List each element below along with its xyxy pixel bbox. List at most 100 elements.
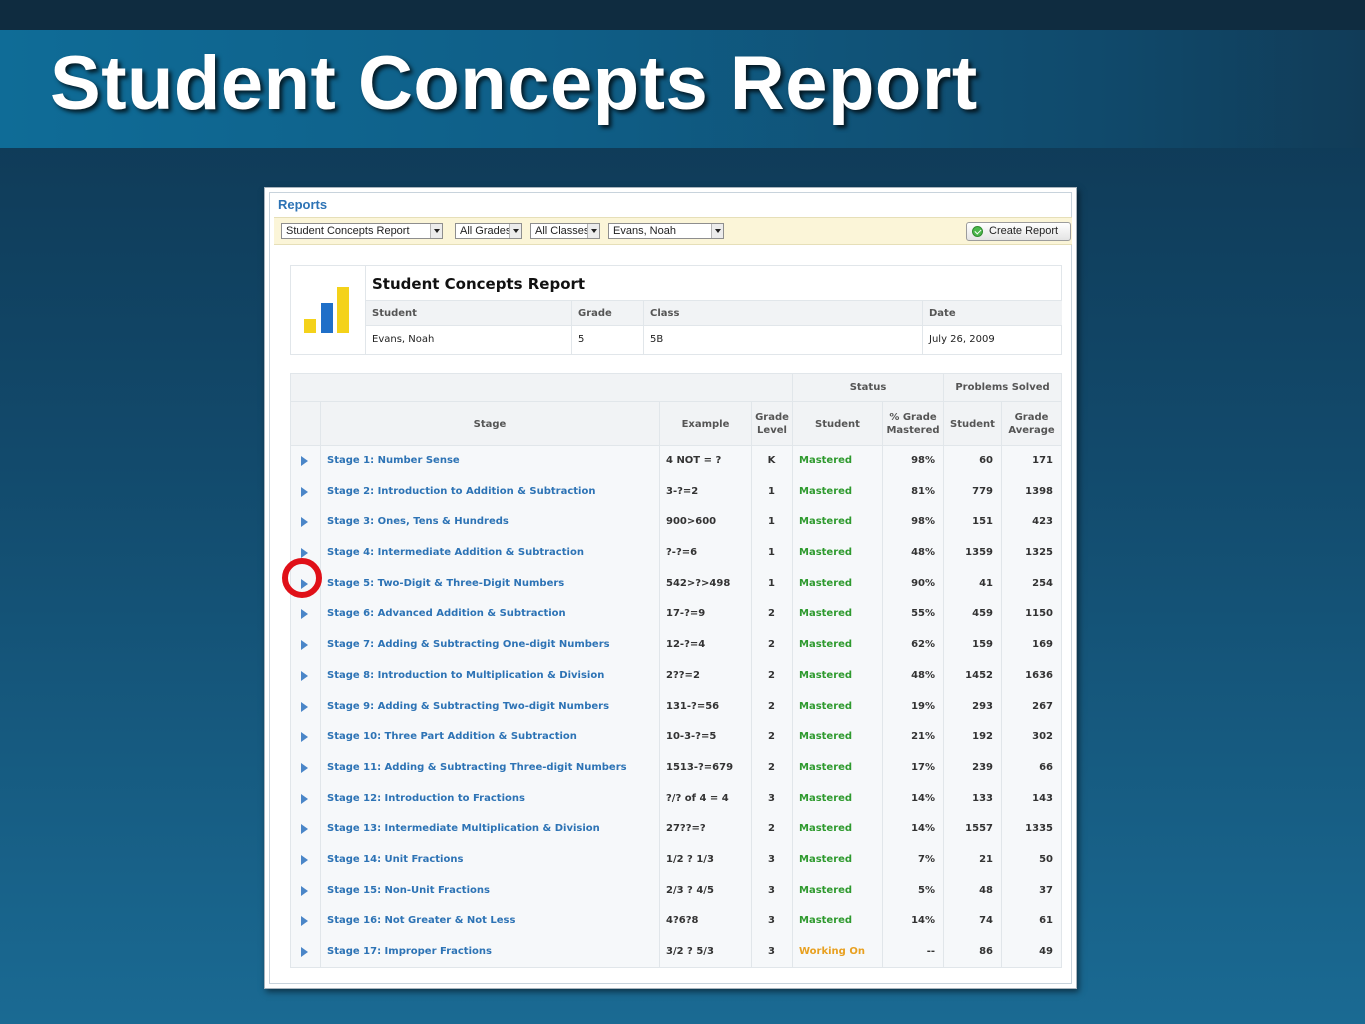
stage-link[interactable]: Stage 1: Number Sense bbox=[320, 446, 659, 477]
grade-average-cell: 1150 bbox=[1025, 608, 1053, 620]
status-cell: Mastered bbox=[799, 700, 853, 712]
pct-mastered-cell: 14% bbox=[911, 915, 935, 927]
stage-link[interactable]: Stage 2: Introduction to Addition & Subt… bbox=[320, 477, 659, 508]
status-cell: Mastered bbox=[799, 639, 853, 651]
stage-column-header[interactable]: Stage bbox=[320, 402, 659, 446]
student-header: Student bbox=[372, 308, 417, 319]
pct-mastered-cell: 48% bbox=[911, 547, 935, 559]
table-row[interactable]: Stage 15: Non-Unit Fractions 2/3 ? 4/5 3 Ma… bbox=[291, 876, 1061, 907]
example-cell: 542>?>498 bbox=[666, 577, 731, 589]
problems-solved-cell: 459 bbox=[972, 608, 993, 620]
stage-link[interactable]: Stage 15: Non-Unit Fractions bbox=[320, 876, 659, 907]
example-cell: 900>600 bbox=[666, 516, 717, 528]
grade-level-column-header[interactable]: Grade Level bbox=[751, 402, 792, 446]
table-row[interactable]: Stage 1: Number Sense 4 NOT = ? K Mastered 9… bbox=[291, 446, 1061, 477]
expand-row-icon[interactable] bbox=[301, 762, 308, 773]
expand-row-icon[interactable] bbox=[301, 548, 308, 559]
table-row[interactable]: Stage 3: Ones, Tens & Hundreds 900>600 1 Ma… bbox=[291, 507, 1061, 538]
table-row[interactable]: Stage 14: Unit Fractions 1/2 ? 1/3 3 Master… bbox=[291, 845, 1061, 876]
expand-row-icon[interactable] bbox=[301, 670, 308, 681]
pct-mastered-cell: 7% bbox=[918, 853, 935, 865]
example-column-header[interactable]: Example bbox=[659, 402, 751, 446]
stage-link[interactable]: Stage 4: Intermediate Addition & Subtrac… bbox=[320, 538, 659, 569]
grade-average-column-header[interactable]: Grade Average bbox=[1001, 402, 1061, 446]
table-row[interactable]: Stage 16: Not Greater & Not Less 4?6?8 3 Ma… bbox=[291, 906, 1061, 937]
grade-average-cell: 267 bbox=[1032, 700, 1053, 712]
table-row[interactable]: Stage 13: Intermediate Multiplication & … bbox=[291, 814, 1061, 845]
expand-row-icon[interactable] bbox=[301, 793, 308, 804]
stage-link[interactable]: Stage 10: Three Part Addition & Subtract… bbox=[320, 722, 659, 753]
stage-link[interactable]: Stage 3: Ones, Tens & Hundreds bbox=[320, 507, 659, 538]
expand-row-icon[interactable] bbox=[301, 885, 308, 896]
expand-row-icon[interactable] bbox=[301, 701, 308, 712]
table-row[interactable]: Stage 10: Three Part Addition & Subtract… bbox=[291, 722, 1061, 753]
pct-mastered-cell: 17% bbox=[911, 761, 935, 773]
expand-row-icon[interactable] bbox=[301, 947, 308, 957]
report-logo bbox=[291, 266, 366, 354]
problems-solved-cell: 779 bbox=[972, 485, 993, 497]
problems-solved-cell: 133 bbox=[972, 792, 993, 804]
grade-level-cell: 2 bbox=[768, 669, 775, 681]
stage-link[interactable]: Stage 11: Adding & Subtracting Three-dig… bbox=[320, 753, 659, 784]
table-row[interactable]: Stage 4: Intermediate Addition & Subtrac… bbox=[291, 538, 1061, 569]
class-filter-select[interactable]: All Classes bbox=[530, 223, 600, 239]
expand-row-icon[interactable] bbox=[301, 456, 308, 466]
expand-row-icon[interactable] bbox=[301, 916, 308, 927]
report-type-select[interactable]: Student Concepts Report bbox=[281, 223, 443, 239]
grade-average-cell: 61 bbox=[1039, 915, 1053, 927]
stage-link[interactable]: Stage 17: Improper Fractions bbox=[320, 937, 659, 968]
table-row[interactable]: Stage 5: Two-Digit & Three-Digit Numbers… bbox=[291, 569, 1061, 600]
status-student-column-header[interactable]: Student bbox=[792, 402, 882, 446]
pct-mastered-cell: 19% bbox=[911, 700, 935, 712]
table-row[interactable]: Stage 17: Improper Fractions 3/2 ? 5/3 3 Wo… bbox=[291, 937, 1061, 968]
chevron-down-icon bbox=[711, 224, 723, 238]
table-row[interactable]: Stage 8: Introduction to Multiplication … bbox=[291, 661, 1061, 692]
status-cell: Mastered bbox=[799, 547, 853, 559]
stage-link[interactable]: Stage 6: Advanced Addition & Subtraction bbox=[320, 599, 659, 630]
table-row[interactable]: Stage 7: Adding & Subtracting One-digit … bbox=[291, 630, 1061, 661]
expand-row-icon[interactable] bbox=[301, 486, 308, 497]
solved-student-column-header[interactable]: Student bbox=[943, 402, 1001, 446]
grade-average-cell: 1335 bbox=[1025, 823, 1053, 835]
grade-average-cell: 37 bbox=[1039, 884, 1053, 896]
table-row[interactable]: Stage 6: Advanced Addition & Subtraction… bbox=[291, 599, 1061, 630]
date-value: July 26, 2009 bbox=[922, 326, 1062, 354]
grade-level-cell: 1 bbox=[768, 547, 775, 559]
table-row[interactable]: Stage 9: Adding & Subtracting Two-digit … bbox=[291, 692, 1061, 723]
grade-header: Grade bbox=[571, 301, 643, 325]
table-row[interactable]: Stage 11: Adding & Subtracting Three-dig… bbox=[291, 753, 1061, 784]
grade-filter-select[interactable]: All Grades bbox=[455, 223, 522, 239]
example-cell: 3/2 ? 5/3 bbox=[666, 946, 714, 957]
stage-link[interactable]: Stage 12: Introduction to Fractions bbox=[320, 784, 659, 815]
stage-link[interactable]: Stage 5: Two-Digit & Three-Digit Numbers bbox=[320, 569, 659, 600]
example-cell: 17-?=9 bbox=[666, 608, 706, 620]
status-group-header: Status bbox=[792, 374, 943, 402]
expand-row-icon[interactable] bbox=[301, 854, 308, 865]
expand-row-icon[interactable] bbox=[301, 640, 308, 651]
table-row[interactable]: Stage 2: Introduction to Addition & Subt… bbox=[291, 477, 1061, 508]
grade-level-cell: 3 bbox=[768, 946, 775, 957]
expand-row-icon[interactable] bbox=[301, 824, 308, 835]
stage-link[interactable]: Stage 7: Adding & Subtracting One-digit … bbox=[320, 630, 659, 661]
grade-average-cell: 66 bbox=[1039, 761, 1053, 773]
expand-row-icon[interactable] bbox=[301, 732, 308, 743]
expand-row-icon[interactable] bbox=[301, 609, 308, 620]
stage-link[interactable]: Stage 16: Not Greater & Not Less bbox=[320, 906, 659, 937]
status-cell: Mastered bbox=[799, 485, 853, 497]
stage-link[interactable]: Stage 9: Adding & Subtracting Two-digit … bbox=[320, 692, 659, 723]
filter-toolbar: Student Concepts Report All Grades All C… bbox=[274, 217, 1072, 245]
stage-link[interactable]: Stage 8: Introduction to Multiplication … bbox=[320, 661, 659, 692]
table-row[interactable]: Stage 12: Introduction to Fractions ?/? o… bbox=[291, 784, 1061, 815]
stage-link[interactable]: Stage 13: Intermediate Multiplication & … bbox=[320, 814, 659, 845]
problems-solved-cell: 86 bbox=[979, 946, 993, 957]
expand-row-icon[interactable] bbox=[301, 517, 308, 528]
stage-link[interactable]: Stage 14: Unit Fractions bbox=[320, 845, 659, 876]
create-report-button[interactable]: Create Report bbox=[966, 222, 1071, 241]
grade-level-cell: 2 bbox=[768, 608, 775, 620]
grade-level-cell: 1 bbox=[768, 577, 775, 589]
student-filter-select[interactable]: Evans, Noah bbox=[608, 223, 724, 239]
pct-mastered-column-header[interactable]: % Grade Mastered bbox=[882, 402, 943, 446]
example-cell: 10-3-?=5 bbox=[666, 731, 717, 743]
pct-mastered-cell: 55% bbox=[911, 608, 935, 620]
example-cell: 4 NOT = ? bbox=[666, 455, 722, 466]
